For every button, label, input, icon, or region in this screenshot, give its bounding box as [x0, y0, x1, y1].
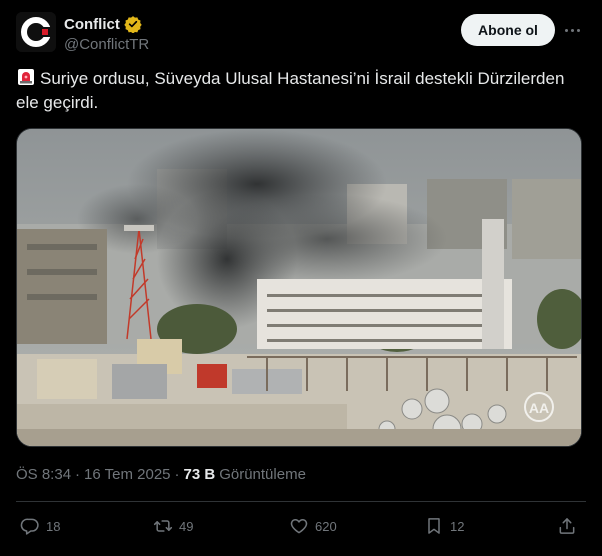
reply-button[interactable]: 18: [20, 512, 60, 540]
share-icon: [559, 518, 575, 534]
repost-count: 49: [179, 518, 194, 534]
tweet-meta: ÖS 8:34 · 16 Tem 2025 · 73 B Görüntüleme: [16, 466, 306, 483]
meta-separator: ·: [75, 466, 81, 483]
tweet-card: Conflict @ConflictTR Abone ol Suriye ord…: [0, 0, 602, 556]
tweet-body: Suriye ordusu, Süveyda Ulusal Hastanesi’…: [16, 69, 565, 112]
author-block: Conflict @ConflictTR: [64, 14, 149, 54]
action-bar: 18 49 620 12: [16, 512, 586, 540]
heart-icon: [290, 519, 308, 534]
like-count: 620: [315, 518, 337, 534]
city-smoke-photo: AA: [17, 129, 581, 446]
share-button[interactable]: [557, 512, 577, 540]
verified-badge-icon: [124, 15, 142, 34]
repost-icon: [153, 520, 173, 532]
bookmark-icon: [428, 518, 440, 534]
views-count: 73 B: [183, 466, 216, 483]
media-watermark: AA: [529, 400, 549, 416]
author-display-name[interactable]: Conflict: [64, 16, 120, 33]
reply-count: 18: [46, 518, 61, 534]
like-button[interactable]: 620: [289, 512, 337, 540]
follow-button[interactable]: Abone ol: [461, 14, 555, 46]
author-handle[interactable]: @ConflictTR: [64, 36, 149, 53]
bookmark-count: 12: [450, 518, 465, 534]
siren-emoji-icon: [16, 67, 36, 87]
divider: [16, 501, 586, 502]
meta-separator: ·: [174, 466, 180, 483]
repost-button[interactable]: 49: [153, 512, 193, 540]
tweet-photo[interactable]: AA: [16, 128, 582, 447]
more-options-icon[interactable]: [560, 18, 584, 42]
avatar[interactable]: [16, 12, 56, 52]
tweet-text: Suriye ordusu, Süveyda Ulusal Hastanesi’…: [16, 67, 586, 115]
reply-icon: [20, 518, 39, 535]
tweet-time[interactable]: ÖS 8:34: [16, 466, 71, 483]
bookmark-button[interactable]: 12: [424, 512, 464, 540]
conflict-logo-icon: [16, 12, 56, 52]
views-label: Görüntüleme: [219, 466, 306, 483]
tweet-date[interactable]: 16 Tem 2025: [84, 466, 170, 483]
